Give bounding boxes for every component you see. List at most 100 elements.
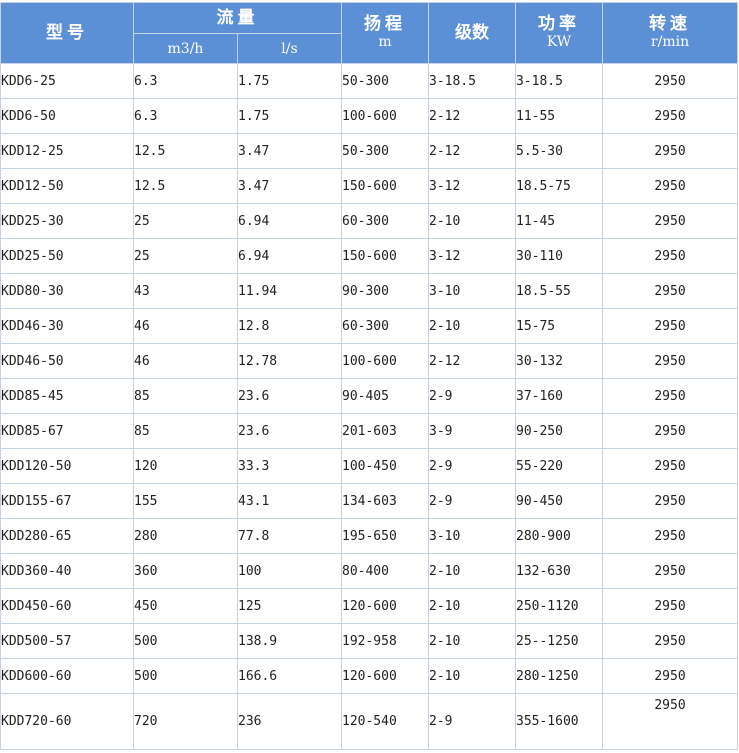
cell-speed: 2950 (602, 518, 738, 554)
table-row: KDD80-30 43 11.94 90-300 3-10 18.5-55 2950 (0, 273, 738, 309)
cell-stages: 3-12 (428, 238, 516, 274)
cell-flow-ls: 6.94 (237, 238, 342, 274)
cell-power: 132-630 (515, 553, 603, 589)
cell-flow-ls: 138.9 (237, 623, 342, 659)
cell-flow-m3h: 500 (133, 623, 238, 659)
cell-head: 100-600 (341, 343, 429, 379)
cell-model: KDD155-67 (0, 483, 134, 519)
cell-model: KDD25-30 (0, 203, 134, 239)
cell-flow-m3h: 450 (133, 588, 238, 624)
cell-model: KDD85-67 (0, 413, 134, 449)
cell-speed: 2950 (602, 378, 738, 414)
cell-power: 250-1120 (515, 588, 603, 624)
cell-power: 11-55 (515, 98, 603, 134)
cell-head: 120-600 (341, 658, 429, 694)
cell-head: 90-405 (341, 378, 429, 414)
cell-power: 15-75 (515, 308, 603, 344)
cell-flow-m3h: 43 (133, 273, 238, 309)
cell-flow-ls: 1.75 (237, 63, 342, 99)
pump-spec-table: 型号 流量 扬程 m 级数 功率 KW 转速 r/min m3/h l/s KDD6-… (0, 2, 738, 750)
cell-head: 195-650 (341, 518, 429, 554)
cell-power: 5.5-30 (515, 133, 603, 169)
cell-stages: 2-10 (428, 588, 516, 624)
cell-model: KDD450-60 (0, 588, 134, 624)
cell-flow-ls: 1.75 (237, 98, 342, 134)
header-flow-ls: l/s (237, 33, 342, 64)
cell-speed: 2950 (602, 483, 738, 519)
table-row: KDD25-30 25 6.94 60-300 2-10 11-45 2950 (0, 203, 738, 239)
cell-power: 280-900 (515, 518, 603, 554)
cell-head: 192-958 (341, 623, 429, 659)
cell-flow-m3h: 85 (133, 413, 238, 449)
cell-model: KDD6-50 (0, 98, 134, 134)
table-body: KDD6-25 6.3 1.75 50-300 3-18.5 3-18.5 2950 KDD6… (0, 63, 738, 750)
header-speed: 转速 r/min (602, 2, 738, 64)
cell-stages: 2-10 (428, 623, 516, 659)
cell-head: 150-600 (341, 238, 429, 274)
cell-stages: 2-12 (428, 98, 516, 134)
cell-power: 90-250 (515, 413, 603, 449)
cell-power: 37-160 (515, 378, 603, 414)
cell-head: 150-600 (341, 168, 429, 204)
cell-model: KDD80-30 (0, 273, 134, 309)
cell-flow-ls: 33.3 (237, 448, 342, 484)
cell-head: 80-400 (341, 553, 429, 589)
cell-model: KDD600-60 (0, 658, 134, 694)
cell-model: KDD85-45 (0, 378, 134, 414)
cell-speed: 2950 (602, 63, 738, 99)
cell-flow-ls: 11.94 (237, 273, 342, 309)
cell-speed: 2950 (602, 203, 738, 239)
cell-speed: 2950 (602, 553, 738, 589)
cell-power: 25--1250 (515, 623, 603, 659)
cell-stages: 2-12 (428, 343, 516, 379)
cell-flow-ls: 12.8 (237, 308, 342, 344)
cell-flow-ls: 166.6 (237, 658, 342, 694)
cell-flow-ls: 3.47 (237, 133, 342, 169)
table-row: KDD46-30 46 12.8 60-300 2-10 15-75 2950 (0, 308, 738, 344)
cell-power: 280-1250 (515, 658, 603, 694)
cell-stages: 3-10 (428, 273, 516, 309)
cell-speed: 2950 (602, 343, 738, 379)
table-row: KDD25-50 25 6.94 150-600 3-12 30-110 2950 (0, 238, 738, 274)
table-row: KDD6-25 6.3 1.75 50-300 3-18.5 3-18.5 2950 (0, 63, 738, 99)
cell-flow-ls: 23.6 (237, 413, 342, 449)
cell-head: 90-300 (341, 273, 429, 309)
cell-flow-ls: 125 (237, 588, 342, 624)
cell-speed: 2950 (602, 448, 738, 484)
cell-stages: 3-10 (428, 518, 516, 554)
cell-flow-ls: 23.6 (237, 378, 342, 414)
cell-flow-ls: 43.1 (237, 483, 342, 519)
cell-head: 60-300 (341, 308, 429, 344)
cell-flow-m3h: 25 (133, 238, 238, 274)
cell-head: 120-600 (341, 588, 429, 624)
cell-power: 18.5-55 (515, 273, 603, 309)
cell-flow-ls: 3.47 (237, 168, 342, 204)
table-row: KDD500-57 500 138.9 192-958 2-10 25--1250 2950 (0, 623, 738, 659)
cell-speed: 2950 (602, 413, 738, 449)
cell-head: 50-300 (341, 133, 429, 169)
table-row: KDD46-50 46 12.78 100-600 2-12 30-132 2950 (0, 343, 738, 379)
cell-head: 134-603 (341, 483, 429, 519)
cell-flow-m3h: 85 (133, 378, 238, 414)
header-flow-m3h: m3/h (133, 33, 238, 64)
cell-flow-m3h: 720 (133, 693, 238, 750)
cell-model: KDD280-65 (0, 518, 134, 554)
table-row: KDD6-50 6.3 1.75 100-600 2-12 11-55 2950 (0, 98, 738, 134)
table-row: KDD12-50 12.5 3.47 150-600 3-12 18.5-75 2950 (0, 168, 738, 204)
header-row: 型号 流量 扬程 m 级数 功率 KW 转速 r/min (0, 2, 738, 64)
cell-speed: 2950 (602, 98, 738, 134)
cell-stages: 2-10 (428, 203, 516, 239)
cell-power: 18.5-75 (515, 168, 603, 204)
cell-power: 55-220 (515, 448, 603, 484)
cell-flow-m3h: 6.3 (133, 63, 238, 99)
cell-power: 3-18.5 (515, 63, 603, 99)
cell-stages: 2-9 (428, 448, 516, 484)
cell-speed: 2950 (602, 168, 738, 204)
cell-head: 120-540 (341, 693, 429, 750)
table-row: KDD720-60 720 236 120-540 2-9 355-1600 2950 (0, 693, 738, 750)
cell-flow-ls: 6.94 (237, 203, 342, 239)
cell-model: KDD720-60 (0, 693, 134, 750)
cell-model: KDD120-50 (0, 448, 134, 484)
cell-stages: 2-9 (428, 378, 516, 414)
cell-model: KDD46-30 (0, 308, 134, 344)
